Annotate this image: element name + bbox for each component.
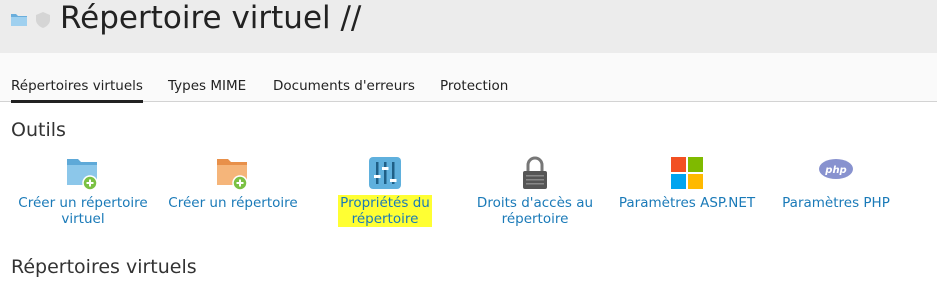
tab-bar: Répertoires virtuels Types MIME Document… [0,53,937,103]
tool-label: Paramètres ASP.NET [618,195,756,211]
tab-error-documents[interactable]: Documents d'erreurs [273,77,415,95]
php-logo-icon: php [818,155,854,191]
sliders-icon [367,155,403,191]
title-bar: Répertoire virtuel // [0,0,937,53]
tools-section-title: Outils [11,119,66,141]
php-settings-tool[interactable]: php Paramètres PHP [776,155,896,211]
tool-label: Paramètres PHP [782,195,890,211]
windows-logo-icon [669,155,705,191]
tool-label: Propriétés du répertoire [338,195,432,227]
folder-icon [11,14,27,26]
directory-properties-tool[interactable]: Propriétés du répertoire [320,155,450,227]
tab-virtual-directories[interactable]: Répertoires virtuels [11,77,143,103]
shield-icon [36,12,50,28]
tool-label: Créer un répertoire [168,195,298,211]
directory-access-rights-tool[interactable]: Droits d'accès au répertoire [470,155,600,227]
create-directory-tool[interactable]: Créer un répertoire [168,155,298,211]
tab-mime-types[interactable]: Types MIME [168,77,246,95]
folder-add-icon [215,155,251,191]
tab-protection[interactable]: Protection [440,77,508,95]
tool-label: Droits d'accès au répertoire [476,195,594,227]
page-title: Répertoire virtuel // [60,0,362,36]
aspnet-settings-tool[interactable]: Paramètres ASP.NET [617,155,757,211]
svg-text:php: php [824,165,846,176]
virtual-directories-section-title: Répertoires virtuels [11,256,197,278]
lock-icon [517,155,553,191]
folder-add-icon [65,155,101,191]
create-virtual-directory-tool[interactable]: Créer un répertoire virtuel [18,155,148,227]
tool-label: Créer un répertoire virtuel [18,195,148,227]
